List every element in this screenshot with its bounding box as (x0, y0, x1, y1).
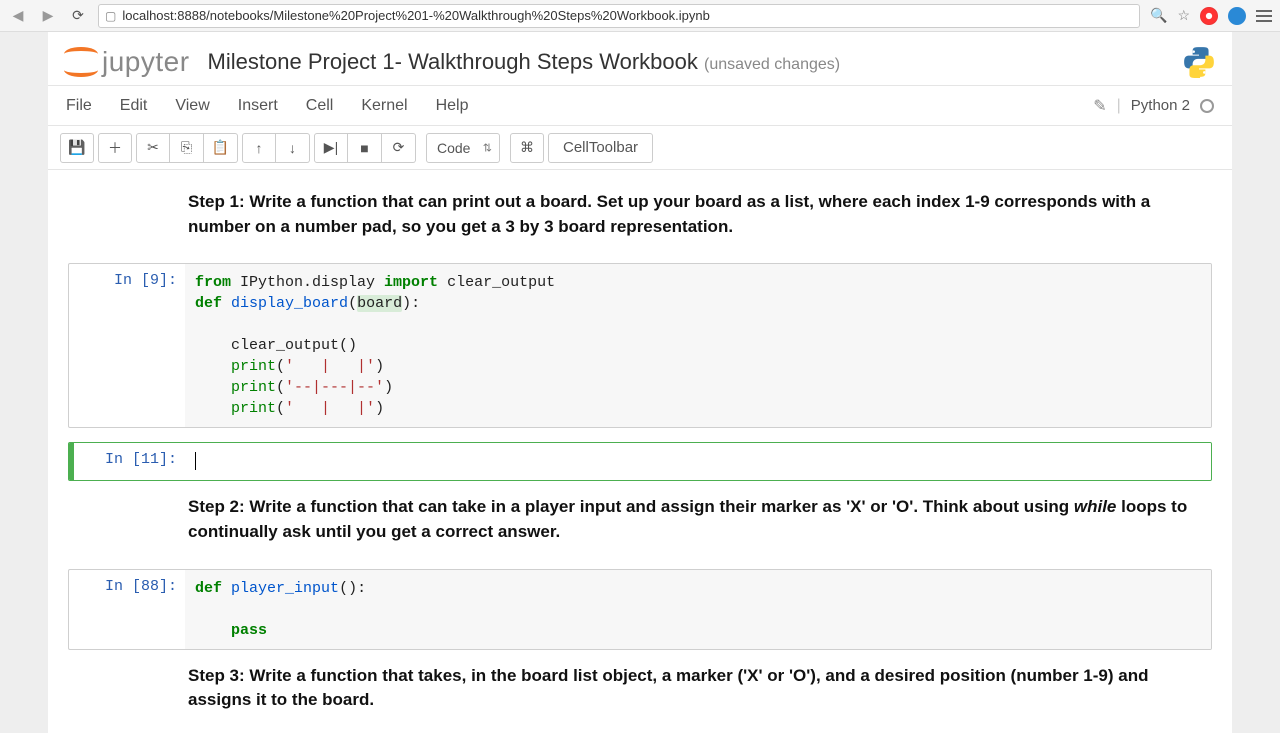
cell-prompt: In [11]: (69, 443, 185, 480)
run-button[interactable]: ▶| (314, 133, 348, 163)
command-palette-button[interactable]: ⌘ (510, 133, 544, 163)
menu-insert[interactable]: Insert (238, 97, 278, 115)
menu-file[interactable]: File (66, 97, 92, 115)
extension-globe-icon[interactable] (1228, 7, 1246, 25)
markdown-step3[interactable]: Step 3: Write a function that takes, in … (188, 664, 1208, 713)
celltoolbar-button[interactable]: CellToolbar (548, 133, 653, 163)
jupyter-orb-icon (64, 45, 98, 79)
markdown-step2[interactable]: Step 2: Write a function that can take i… (188, 495, 1208, 544)
interrupt-button[interactable]: ■ (348, 133, 382, 163)
notebook-header: jupyter Milestone Project 1- Walkthrough… (48, 32, 1232, 86)
browser-toolbar: ◀ ▶ ⟳ ▢ localhost:8888/notebooks/Milesto… (0, 0, 1280, 32)
back-button[interactable]: ◀ (8, 6, 28, 26)
site-info-icon: ▢ (105, 9, 116, 23)
cell-type-select[interactable]: Code (426, 133, 500, 163)
menu-kernel[interactable]: Kernel (361, 97, 407, 115)
paste-button[interactable]: 📋 (204, 133, 238, 163)
notebook-content: Step 1: Write a function that can print … (48, 170, 1232, 733)
menu-icon[interactable] (1256, 10, 1272, 22)
forward-button[interactable]: ▶ (38, 6, 58, 26)
cell-prompt: In [88]: (69, 570, 185, 649)
notebook: jupyter Milestone Project 1- Walkthrough… (48, 32, 1232, 733)
add-cell-button[interactable]: ＋ (98, 133, 132, 163)
url-bar[interactable]: ▢ localhost:8888/notebooks/Milestone%20P… (98, 4, 1140, 28)
menu-view[interactable]: View (175, 97, 209, 115)
save-button[interactable]: 💾 (60, 133, 94, 163)
reload-button[interactable]: ⟳ (68, 6, 88, 26)
url-text: localhost:8888/notebooks/Milestone%20Pro… (122, 8, 710, 23)
copy-button[interactable]: ⎘ (170, 133, 204, 163)
menu-help[interactable]: Help (436, 97, 469, 115)
menu-cell[interactable]: Cell (306, 97, 334, 115)
move-up-button[interactable]: ↑ (242, 133, 276, 163)
code-cell-2-selected[interactable]: In [11]: (68, 442, 1212, 481)
menu-edit[interactable]: Edit (120, 97, 148, 115)
text-cursor (195, 452, 196, 470)
code-cell-3[interactable]: In [88]: def player_input(): pass (68, 569, 1212, 650)
kernel-status-icon (1200, 99, 1214, 113)
zoom-icon[interactable]: 🔍 (1150, 7, 1167, 24)
cut-button[interactable]: ✂ (136, 133, 170, 163)
notebook-title[interactable]: Milestone Project 1- Walkthrough Steps W… (208, 49, 841, 75)
move-down-button[interactable]: ↓ (276, 133, 310, 163)
menubar: File Edit View Insert Cell Kernel Help ✎… (48, 86, 1232, 126)
code-input[interactable]: def player_input(): pass (185, 570, 1211, 649)
jupyter-logo[interactable]: jupyter (64, 45, 190, 79)
code-input[interactable]: from IPython.display import clear_output… (185, 264, 1211, 427)
markdown-step1[interactable]: Step 1: Write a function that can print … (188, 190, 1208, 239)
save-status: (unsaved changes) (704, 56, 840, 73)
kernel-name[interactable]: Python 2 (1131, 97, 1190, 114)
edit-mode-icon[interactable]: ✎ (1093, 96, 1106, 116)
code-cell-1[interactable]: In [9]: from IPython.display import clea… (68, 263, 1212, 428)
toolbar: 💾 ＋ ✂ ⎘ 📋 ↑ ↓ ▶| ■ ⟳ Code ⌘ CellToolbar (48, 126, 1232, 170)
code-input[interactable] (185, 443, 1211, 480)
python-logo-icon (1182, 45, 1216, 79)
extension-opera-icon[interactable] (1200, 7, 1218, 25)
restart-button[interactable]: ⟳ (382, 133, 416, 163)
bookmark-icon[interactable]: ☆ (1177, 7, 1190, 24)
cell-prompt: In [9]: (69, 264, 185, 427)
